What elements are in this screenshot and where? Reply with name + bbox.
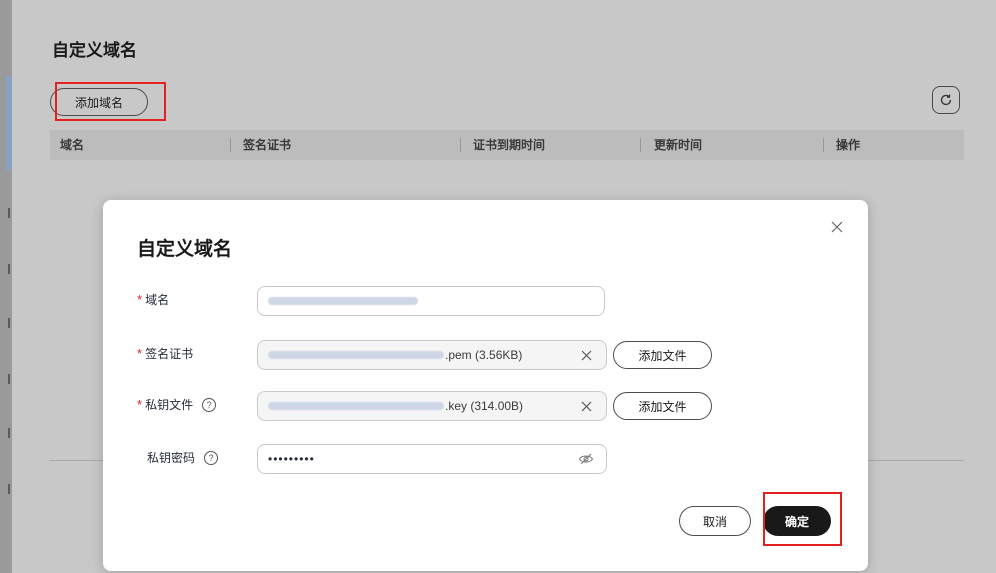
edge-mark (8, 484, 10, 494)
domain-label-text: 域名 (145, 293, 170, 307)
clear-certificate-button[interactable] (578, 347, 594, 363)
column-divider (230, 138, 231, 152)
private-key-filename-blurred (268, 402, 444, 410)
key-password-input[interactable]: ••••••••• (257, 444, 607, 474)
private-key-file-field[interactable]: .key (314.00B) (257, 391, 607, 421)
help-icon[interactable]: ? (204, 451, 219, 465)
certificate-label: * 签名证书 (137, 340, 193, 368)
cancel-button[interactable]: 取消 (679, 506, 751, 536)
edge-mark (8, 428, 10, 438)
column-header-update-time: 更新时间 (654, 138, 703, 152)
column-header-expiry: 证书到期时间 (473, 138, 546, 152)
certificate-file-info: .pem (3.56KB) (445, 348, 523, 362)
private-key-label-text: 私钥文件 (145, 398, 194, 412)
column-divider (823, 138, 824, 152)
edge-mark (8, 208, 10, 218)
clear-icon (581, 350, 591, 360)
key-password-label-text: 私钥密码 (147, 451, 196, 465)
table-header: 域名 签名证书 证书到期时间 更新时间 操作 (50, 130, 964, 160)
required-marker: * (137, 397, 143, 412)
certificate-file-field[interactable]: .pem (3.56KB) (257, 340, 607, 370)
clear-icon (581, 401, 591, 411)
column-divider (460, 138, 461, 152)
column-header-certificate: 签名证书 (243, 138, 292, 152)
refresh-button[interactable] (932, 86, 960, 114)
help-icon[interactable]: ? (202, 398, 217, 412)
edge-mark (8, 264, 10, 274)
page-title: 自定义域名 (52, 41, 137, 60)
key-password-value: ••••••••• (268, 452, 315, 466)
add-domain-highlight (55, 82, 166, 121)
edge-mark (8, 374, 10, 384)
domain-label: * 域名 (137, 286, 169, 314)
column-header-actions: 操作 (836, 138, 861, 152)
private-key-file-info: .key (314.00B) (445, 399, 524, 413)
column-header-domain: 域名 (60, 138, 85, 152)
required-marker: * (137, 346, 143, 361)
private-key-label: * 私钥文件 ? (137, 391, 217, 419)
column-divider (640, 138, 641, 152)
left-edge-strip (0, 0, 12, 573)
custom-domain-dialog: 自定义域名 * 域名 * 签名证书 .pem (3.56KB) 添加文件 * 私… (103, 200, 868, 571)
certificate-label-text: 签名证书 (145, 347, 194, 361)
key-password-label: 私钥密码 ? (147, 444, 219, 472)
required-marker: * (137, 292, 143, 307)
domain-input[interactable] (257, 286, 605, 316)
confirm-highlight (763, 492, 842, 546)
eye-off-icon[interactable] (578, 452, 594, 466)
certificate-filename-blurred (268, 351, 444, 359)
domain-value-blurred (268, 297, 418, 305)
dialog-close-button[interactable] (828, 218, 846, 236)
refresh-icon (940, 94, 952, 106)
clear-private-key-button[interactable] (578, 398, 594, 414)
dialog-title: 自定义域名 (137, 239, 233, 260)
add-private-key-file-button[interactable]: 添加文件 (613, 392, 712, 420)
close-icon (831, 221, 843, 233)
edge-mark (8, 318, 10, 328)
add-certificate-file-button[interactable]: 添加文件 (613, 341, 712, 369)
